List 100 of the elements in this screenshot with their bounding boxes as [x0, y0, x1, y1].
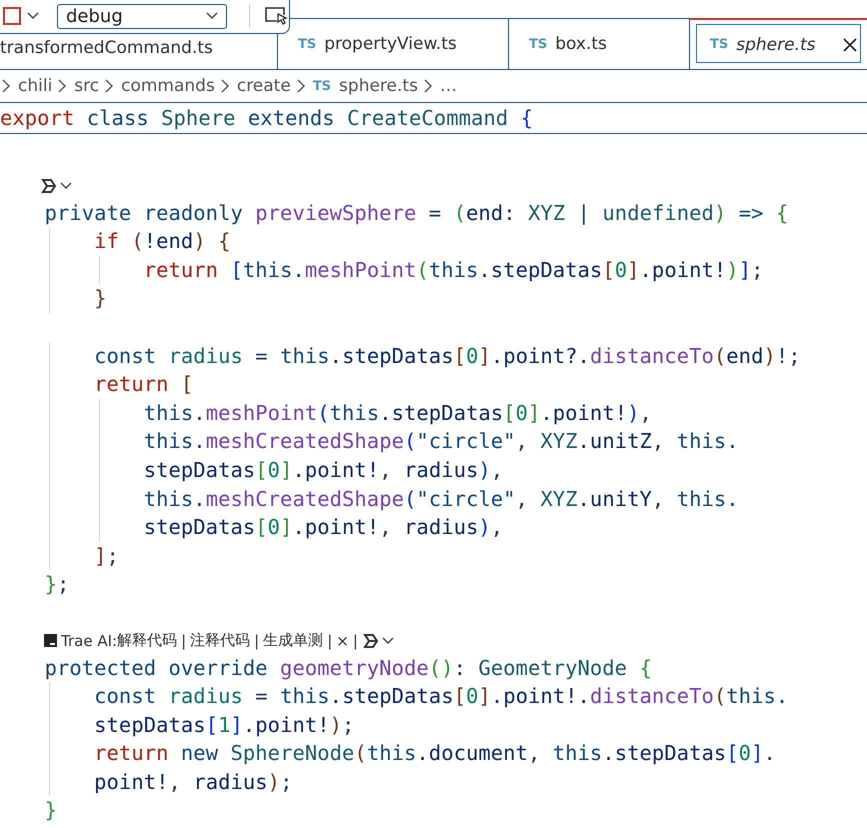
code-token: ] [230, 712, 243, 739]
code-token: .stepDatas [330, 342, 454, 370]
lens-separator: | [254, 632, 260, 650]
code-token: , [528, 740, 540, 768]
code-token: .point! [540, 400, 628, 427]
code-token: = [428, 200, 442, 227]
code-token: ( [714, 342, 726, 370]
code-token: CreateCommand [347, 106, 508, 130]
code-token: ] [627, 256, 640, 284]
code-token: () [428, 654, 454, 682]
code-token: "circle" [416, 428, 516, 456]
code-token: ) [330, 712, 342, 739]
code-token: 0 [516, 400, 528, 427]
code-token: , [168, 768, 181, 796]
code-token: [ [726, 740, 739, 768]
code-token: ( [714, 683, 726, 710]
code-token: = [255, 342, 268, 370]
code-token: : [503, 200, 516, 227]
code-token: export [0, 106, 74, 130]
code-token: return [94, 371, 168, 398]
code-token: ; [751, 256, 764, 284]
code-token: , [379, 514, 392, 542]
code-token: 0 [268, 456, 280, 484]
code-token: , [640, 400, 652, 427]
lens-separator: | [352, 632, 358, 650]
code-token: this [330, 400, 380, 427]
code-token: .point! [292, 456, 380, 484]
code-token: this [280, 683, 330, 710]
code-token: ) [478, 456, 491, 484]
code-token: : [454, 654, 466, 682]
code-token: [ [206, 712, 218, 739]
code-token: radius [404, 514, 478, 542]
code-token: , [652, 486, 664, 513]
code-token: distanceTo [590, 683, 714, 710]
code-token: ; [56, 571, 70, 598]
code-token: radius [404, 456, 478, 484]
code-token: stepDatas [144, 514, 256, 542]
code-token: 0 [466, 683, 478, 710]
code-token: end [726, 342, 764, 370]
code-token: ] [280, 456, 292, 484]
lens-separator: | [181, 632, 186, 650]
code-token: ; [106, 542, 119, 570]
code-token: ) [726, 256, 739, 284]
code-token: this [144, 400, 194, 427]
code-token: { [640, 654, 652, 682]
code-token: .stepDatas [379, 400, 504, 427]
code-token: end [466, 200, 504, 227]
code-token: .stepDatas [330, 683, 454, 710]
code-token: stepDatas [94, 712, 206, 739]
code-token: Sphere [161, 106, 236, 130]
code-token: [ [503, 400, 516, 427]
code-token: => [738, 200, 764, 227]
code-token: const [94, 683, 156, 710]
code-token: this [676, 486, 726, 513]
lens-separator: | [327, 632, 332, 650]
code-token: previewSphere [255, 200, 416, 227]
code-token: , [379, 456, 392, 484]
code-token: if [94, 228, 119, 256]
code-token: XYZ [540, 486, 578, 513]
code-token: [ [230, 256, 243, 284]
code-token: .stepDatas [602, 740, 726, 768]
code-token: .unitY [578, 486, 652, 513]
code-token: return [94, 740, 168, 768]
code-token: , [516, 486, 528, 513]
code-token: . [193, 486, 206, 513]
code-token: this [242, 256, 292, 284]
code-token: new [180, 740, 218, 768]
code-token: ] [478, 342, 491, 370]
code-token: ( [317, 400, 330, 427]
code-token: ( [416, 256, 429, 284]
code-token: const [94, 342, 156, 370]
code-token: radius [168, 342, 243, 370]
code-token: ) [478, 514, 491, 542]
typescript-icon: TS [298, 36, 316, 52]
code-token: radius [168, 683, 243, 710]
code-token: . [726, 486, 739, 513]
code-token: ; [342, 712, 354, 739]
code-token: this [428, 256, 478, 284]
code-token: 0 [614, 256, 628, 284]
code-token: stepDatas [144, 456, 256, 484]
code-token: [ [180, 371, 194, 398]
code-token: ( [404, 428, 416, 456]
code-token: this [726, 683, 776, 710]
code-token: extends [248, 106, 335, 130]
code-token: [ [602, 256, 615, 284]
code-token: meshPoint [304, 256, 416, 284]
code-token: ( [404, 486, 416, 513]
code-token: GeometryNode [478, 654, 628, 682]
code-token: ) [714, 200, 726, 227]
code-token: .point! [640, 256, 726, 284]
code-token: .point!. [490, 683, 590, 710]
code-token: ) { [193, 228, 231, 256]
code-token: [ [454, 342, 466, 370]
code-token: ] [94, 542, 107, 570]
code-token: ] [528, 400, 540, 427]
code-token: meshCreatedShape [206, 486, 404, 513]
code-token: "circle" [416, 486, 516, 513]
code-token: , [652, 428, 664, 456]
code-token: | [578, 200, 590, 227]
code-token: this [366, 740, 416, 768]
